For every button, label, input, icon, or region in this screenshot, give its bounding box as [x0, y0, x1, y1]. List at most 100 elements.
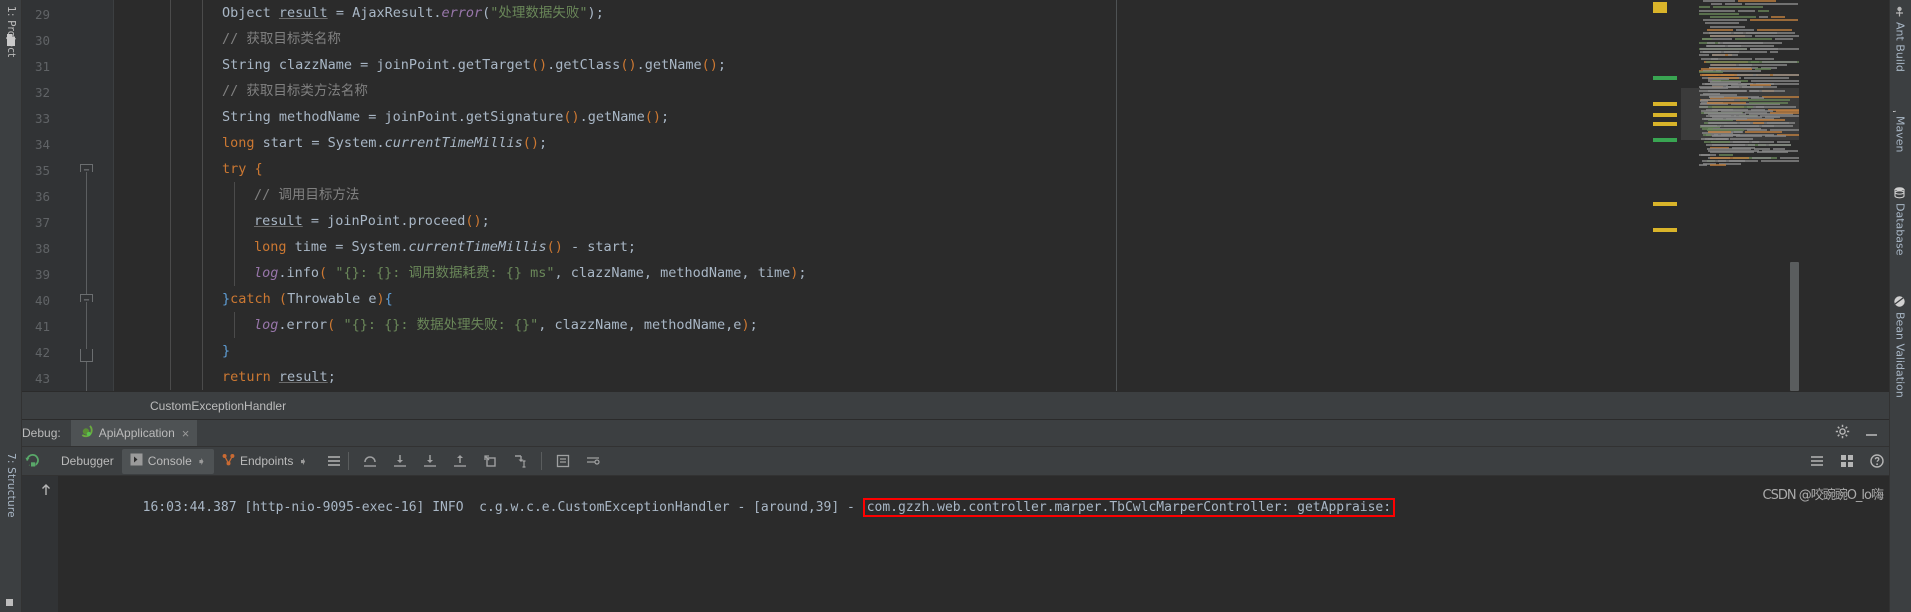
scroll-up-icon[interactable] — [38, 482, 54, 502]
code-line[interactable]: result = joinPoint.proceed(); — [126, 208, 1911, 234]
code-line[interactable]: log.info( "{}: {}: 调用数据耗费: {} ms", clazz… — [126, 260, 1911, 286]
minimap-code-line — [1770, 51, 1778, 54]
pin-icon[interactable]: ➧ — [197, 455, 206, 468]
editor-gutter[interactable]: 29 30 31 32 33 34 35 − 36 37 38 39 40 − 41 42 43 — [22, 0, 114, 391]
code-line[interactable]: long start = System.currentTimeMillis(); — [126, 130, 1911, 156]
line-number: 29 — [34, 7, 50, 22]
settings-icon[interactable] — [1839, 453, 1855, 469]
pin-icon[interactable]: ➧ — [298, 455, 307, 468]
minimap-code-line — [1703, 0, 1735, 2]
code-content[interactable]: Object result = AjaxResult.error("处理数据失败… — [114, 0, 1911, 391]
gear-icon[interactable] — [1835, 424, 1850, 443]
code-line[interactable]: Object result = AjaxResult.error("处理数据失败… — [126, 0, 1911, 26]
sidebar-item-maven[interactable]: m Maven — [1887, 96, 1911, 152]
minimap-code-line — [1765, 116, 1780, 118]
tab-label-debugger: Debugger — [61, 454, 114, 468]
code-text: }catch (Throwable e){ — [222, 291, 393, 307]
minimap-code-line — [1751, 80, 1799, 82]
run-configuration-tab[interactable]: ApiApplication × — [70, 419, 198, 447]
error-stripe-mark[interactable] — [1653, 2, 1667, 13]
minimap-code-line — [1773, 147, 1785, 150]
line-number: 43 — [34, 371, 50, 386]
fold-marker-icon[interactable]: − — [80, 164, 93, 176]
indent-guide — [170, 208, 171, 234]
tab-console[interactable]: Console ➧ — [121, 448, 214, 474]
list-icon[interactable] — [1809, 453, 1825, 469]
minimap-code-line — [1704, 141, 1730, 144]
code-line[interactable]: } — [126, 338, 1911, 364]
evaluate-icon[interactable] — [555, 453, 571, 469]
run-to-cursor-icon[interactable] — [512, 453, 528, 469]
minimap-code-line — [1761, 160, 1799, 163]
code-line[interactable]: String methodName = joinPoint.getSignatu… — [126, 104, 1911, 130]
breadcrumb-label: CustomExceptionHandler — [150, 398, 287, 413]
error-stripe[interactable] — [1653, 0, 1679, 391]
drop-frame-icon[interactable] — [482, 453, 498, 469]
force-step-into-icon[interactable] — [422, 453, 438, 469]
indent-guide — [202, 104, 203, 130]
editor-scrollbar[interactable] — [1790, 262, 1799, 391]
minimap-code-line — [1699, 71, 1723, 74]
code-line[interactable]: long time = System.currentTimeMillis() -… — [126, 234, 1911, 260]
indent-guide — [234, 260, 235, 286]
indent-guide — [202, 26, 203, 52]
code-line[interactable]: String clazzName = joinPoint.getTarget()… — [126, 52, 1911, 78]
code-line[interactable]: return result; — [126, 364, 1911, 390]
tab-endpoints[interactable]: Endpoints ➧ — [214, 449, 316, 474]
error-stripe-mark[interactable] — [1653, 228, 1677, 232]
sidebar-item-structure[interactable]: 7: Structure — [0, 449, 22, 518]
step-out-icon[interactable] — [452, 453, 468, 469]
code-line[interactable]: }catch (Throwable e){ — [126, 286, 1911, 312]
fold-marker-icon[interactable] — [80, 349, 93, 362]
error-stripe-mark[interactable] — [1653, 122, 1677, 126]
code-line[interactable]: // 调用目标方法 — [126, 182, 1911, 208]
database-icon — [1894, 186, 1907, 199]
minimap-code-line — [1699, 6, 1710, 9]
step-over-icon[interactable] — [362, 453, 378, 469]
help-icon[interactable] — [1869, 453, 1885, 469]
minimap-code-line — [1699, 105, 1708, 108]
sidebar-item-project[interactable]: 1: Project — [0, 2, 22, 57]
watches-icon[interactable] — [585, 453, 601, 469]
minimap-code-line — [1700, 48, 1747, 50]
minimap-code-line — [1740, 99, 1790, 102]
code-line[interactable]: // 获取目标类名称 — [126, 26, 1911, 52]
minimap-code-line — [1712, 144, 1755, 147]
error-stripe-mark[interactable] — [1653, 76, 1677, 80]
minimap-code-line — [1725, 3, 1742, 6]
minimap-code-line — [1701, 57, 1718, 60]
minimap-code-line — [1709, 32, 1743, 34]
line-number: 33 — [34, 111, 50, 126]
fold-marker-icon[interactable]: − — [80, 294, 93, 306]
left-tool-strip[interactable]: 1: Project — [0, 0, 22, 419]
code-line[interactable]: log.error( "{}: {}: 数据处理失败: {}", clazzNa… — [126, 312, 1911, 338]
error-stripe-mark[interactable] — [1653, 138, 1677, 142]
sidebar-item-ant-build[interactable]: Ant Build — [1889, 2, 1911, 72]
minimap-code-line — [1708, 131, 1731, 134]
debug-toolbar[interactable]: Debugger Console ➧ Endpoints ➧ — [0, 446, 1911, 475]
close-icon[interactable]: × — [180, 426, 190, 441]
left-tool-strip-bottom[interactable]: 7: Structure — [0, 419, 22, 612]
minimap-code-line — [1699, 154, 1716, 156]
minimap-code-line — [1704, 112, 1742, 114]
sidebar-item-database[interactable]: Database — [1889, 183, 1911, 256]
right-tool-strip[interactable]: Ant Build m Maven Database Bean Validati… — [1887, 0, 1911, 612]
error-stripe-mark[interactable] — [1653, 102, 1677, 106]
error-stripe-mark[interactable] — [1653, 202, 1677, 206]
breadcrumb[interactable]: CustomExceptionHandler — [22, 391, 1911, 419]
code-text: // 调用目标方法 — [254, 187, 360, 203]
code-editor[interactable]: 29 30 31 32 33 34 35 − 36 37 38 39 40 − 41 42 43 Object … — [22, 0, 1911, 391]
error-stripe-mark[interactable] — [1653, 113, 1677, 117]
editor-minimap[interactable] — [1681, 0, 1799, 391]
console-log[interactable]: 16:03:44.387 [http-nio-9095-exec-16] INF… — [58, 476, 1911, 612]
minimap-code-line — [1699, 163, 1707, 166]
sidebar-item-bean-validation[interactable]: Bean Validation — [1889, 292, 1911, 398]
tab-debugger[interactable]: Debugger — [53, 449, 122, 474]
code-line[interactable]: // 获取目标类方法名称 — [126, 78, 1911, 104]
layout-lines-icon[interactable] — [326, 453, 342, 469]
minimize-icon[interactable] — [1864, 424, 1879, 443]
rerun-icon[interactable] — [24, 451, 41, 472]
console-output[interactable]: 16:03:44.387 [http-nio-9095-exec-16] INF… — [0, 475, 1911, 612]
step-into-icon[interactable] — [392, 453, 408, 469]
code-line[interactable]: try { — [126, 156, 1911, 182]
